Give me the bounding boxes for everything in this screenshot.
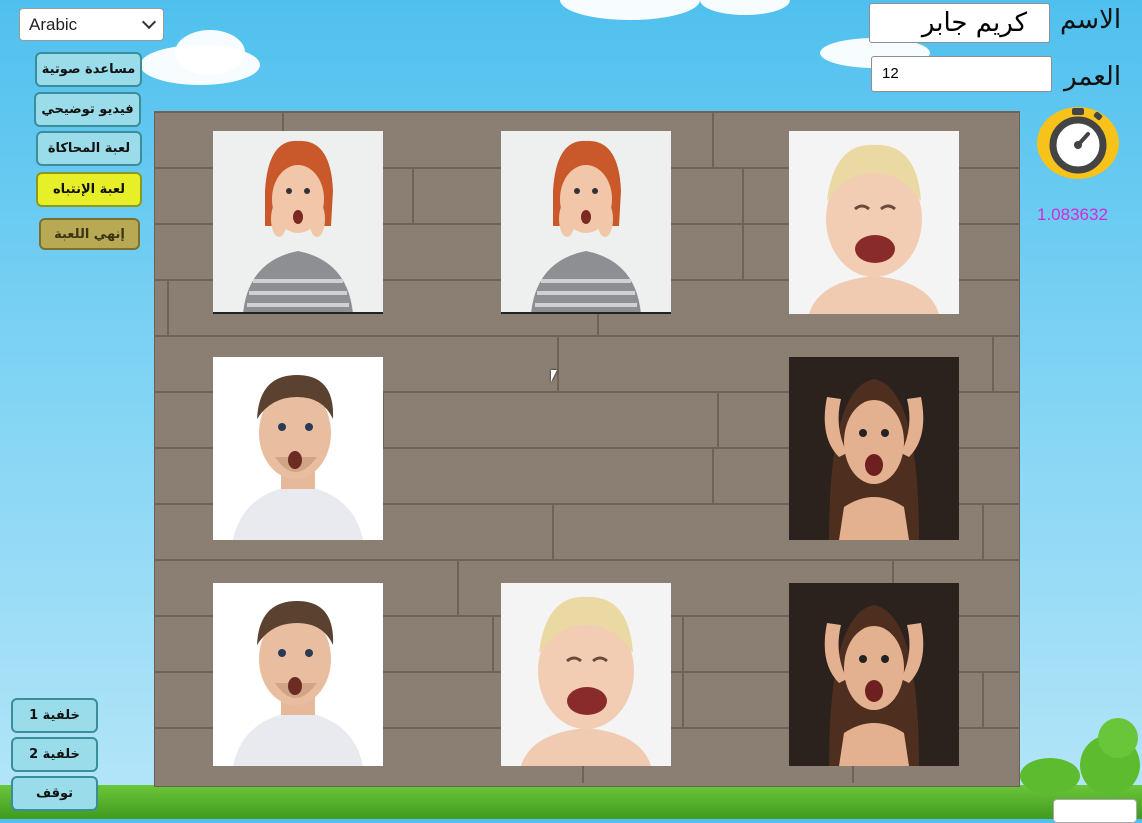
voice-help-label: مساعدة صوتية (41, 62, 136, 77)
language-select[interactable]: Arabic (19, 8, 164, 41)
end-game-button[interactable]: إنهي اللعبة (39, 218, 140, 250)
name-input[interactable]: كريم جابر (869, 3, 1050, 43)
age-label: العمر (1064, 62, 1122, 92)
card-surprised-woman[interactable] (213, 131, 383, 314)
cloud (175, 30, 245, 75)
age-input[interactable]: 12 (871, 56, 1052, 92)
chevron-down-icon (141, 14, 157, 30)
card-screaming-woman[interactable] (789, 357, 959, 540)
simulation-game-button[interactable]: لعبة المحاكاة (36, 131, 142, 166)
stop-button[interactable]: توقف (11, 776, 98, 811)
bush (1020, 758, 1080, 794)
attention-game-button[interactable]: لعبة الإنتباه (36, 172, 142, 207)
card-surprised-man[interactable] (213, 583, 383, 766)
background-1-button[interactable]: خلفية 1 (11, 698, 98, 733)
background-1-label: خلفية 1 (29, 708, 80, 723)
attention-game-label: لعبة الإنتباه (52, 182, 126, 197)
end-game-label: إنهي اللعبة (54, 226, 125, 242)
timer-value: 1.083632 (1037, 205, 1108, 224)
card-screaming-woman[interactable] (789, 583, 959, 766)
simulation-game-label: لعبة المحاكاة (47, 141, 131, 156)
tutorial-video-label: فيديو توضيحي (41, 102, 134, 117)
card-surprised-woman[interactable] (501, 131, 671, 314)
card-surprised-man[interactable] (213, 357, 383, 540)
cloud (700, 0, 790, 15)
card-crying-baby[interactable] (789, 131, 959, 314)
grass (0, 785, 1142, 819)
card-crying-baby[interactable] (501, 583, 671, 766)
name-label: الاسم (1060, 5, 1122, 35)
mouse-cursor-icon (551, 370, 557, 382)
stop-label: توقف (35, 786, 74, 801)
tutorial-video-button[interactable]: فيديو توضيحي (34, 92, 141, 127)
voice-help-button[interactable]: مساعدة صوتية (35, 52, 142, 87)
cloud (560, 0, 700, 20)
language-select-value: Arabic (29, 14, 78, 34)
corner-panel (1053, 799, 1137, 823)
tree (1098, 718, 1138, 758)
background-2-button[interactable]: خلفية 2 (11, 737, 98, 772)
background-2-label: خلفية 2 (29, 747, 80, 762)
stopwatch-icon (1036, 103, 1120, 181)
